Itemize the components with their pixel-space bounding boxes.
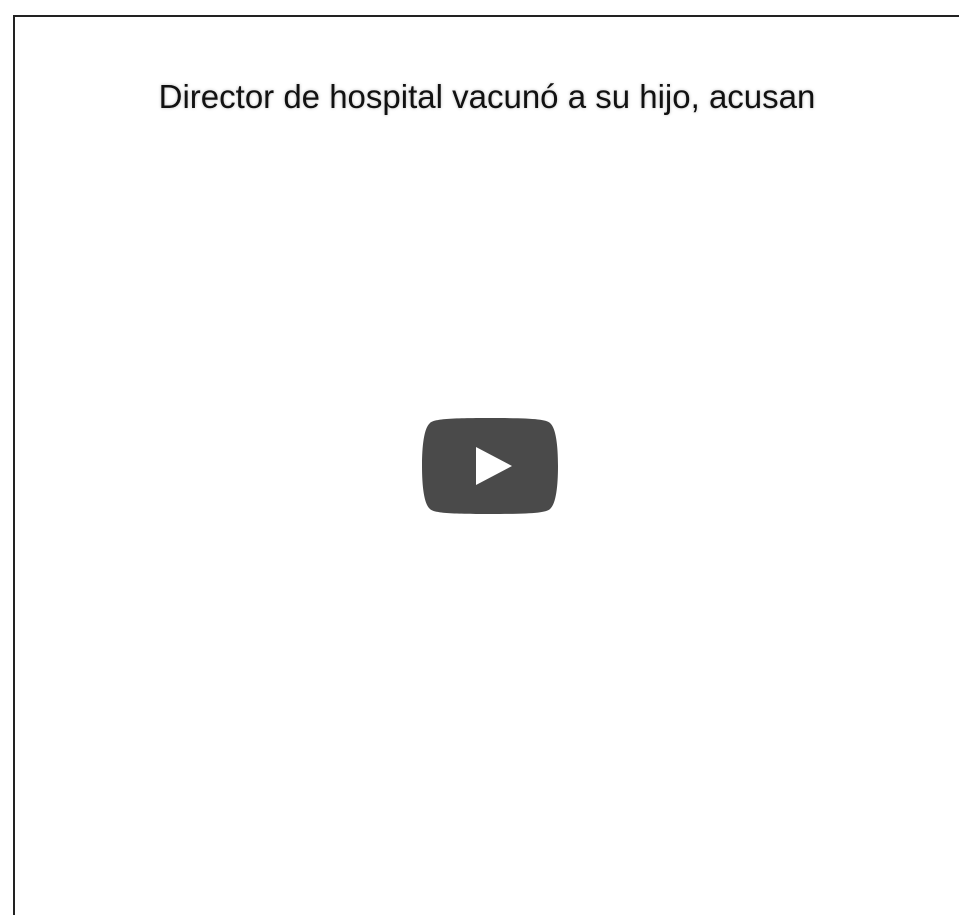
video-title[interactable]: Director de hospital vacunó a su hijo, a… (15, 77, 959, 117)
play-icon (422, 418, 558, 514)
play-button[interactable] (422, 418, 558, 514)
video-embed-frame[interactable]: Director de hospital vacunó a su hijo, a… (13, 15, 959, 915)
